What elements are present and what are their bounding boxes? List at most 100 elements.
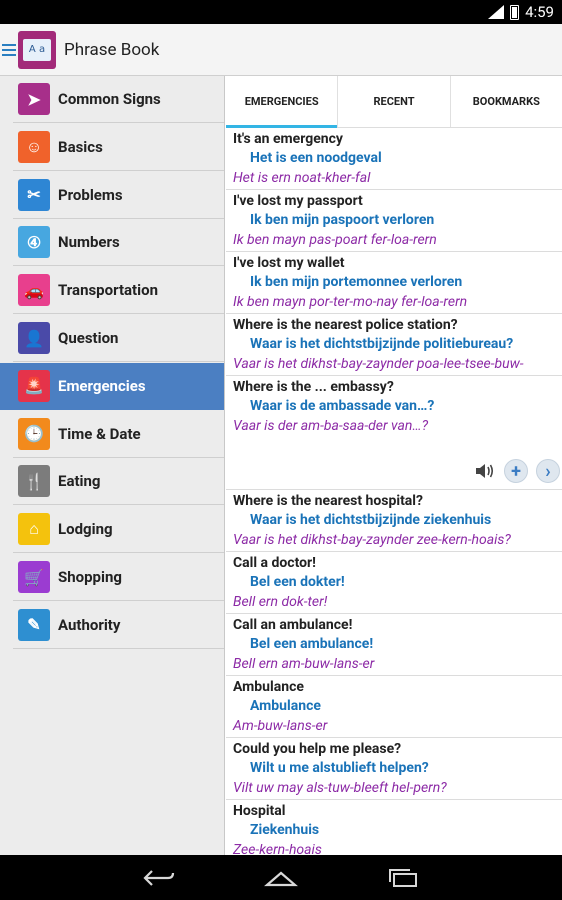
status-time: 4:59 <box>525 3 554 21</box>
phrase-dutch: Bel een ambulance! <box>250 636 374 652</box>
phrase-item[interactable]: Where is the nearest hospital? Waar is he… <box>226 490 562 552</box>
sidebar-item-label: Common Signs <box>58 90 161 108</box>
numbers-icon: ④ <box>18 226 50 259</box>
phrase-pronunciation: Ik ben mayn por-ter-mo-nay fer-loa-rern <box>233 294 468 310</box>
phrase-list: It's an emergency Het is een noodgeval Het… <box>226 128 562 855</box>
phrase-item[interactable]: Hospital Ziekenhuis Zee-kern-hoais <box>226 800 562 855</box>
phrase-english: Call a doctor! <box>233 555 316 571</box>
tab-bar: EMERGENCIES RECENT BOOKMARKS <box>226 76 562 128</box>
phrase-dutch: Ziekenhuis <box>250 822 320 838</box>
app-logo-icon[interactable]: A a <box>18 30 56 69</box>
action-bar: A a Phrase Book <box>0 24 562 76</box>
sidebar-item-problems[interactable]: ✂ Problems <box>13 172 224 219</box>
phrase-item[interactable]: I've lost my wallet Ik ben mijn portemonn… <box>226 252 562 314</box>
sidebar-item-label: Problems <box>58 185 123 204</box>
sidebar-item-label: Shopping <box>58 568 122 586</box>
sidebar-item-label: Question <box>58 329 119 347</box>
phrase-pronunciation: Ik ben mayn pas-poart fer-loa-rern <box>233 232 437 248</box>
phrase-english: It's an emergency <box>233 131 343 147</box>
basics-icon: ☺ <box>18 130 50 163</box>
authority-icon: ✎ <box>18 608 50 641</box>
sidebar-item-lodging[interactable]: ⌂ Lodging <box>13 506 224 554</box>
sidebar-item-transportation[interactable]: 🚗 Transportation <box>13 267 224 315</box>
phrase-pronunciation: Het is ern noat-kher-fal <box>233 170 371 186</box>
sidebar-item-basics[interactable]: ☺ Basics <box>13 124 224 171</box>
phrase-dutch: Het is een noodgeval <box>250 150 382 166</box>
phrase-item[interactable]: It's an emergency Het is een noodgeval Het… <box>226 128 562 190</box>
phrase-english: Hospital <box>233 803 286 819</box>
phrase-pronunciation: Bell ern am-buw-lans-er <box>233 656 375 672</box>
phrase-dutch: Waar is het dichtstbijzijnde politiebure… <box>250 336 514 352</box>
sidebar-item-label: Lodging <box>58 520 113 539</box>
sidebar-item-label: Numbers <box>58 233 120 252</box>
phrase-item[interactable]: Where is the nearest police station? Waar… <box>226 314 562 376</box>
phrase-dutch: Waar is het dichtstbijzijnde ziekenhuis <box>250 512 492 528</box>
phrase-pronunciation: Zee-kern-hoais <box>233 842 322 855</box>
phrase-item[interactable]: I've lost my passport Ik ben mijn paspoor… <box>226 190 562 252</box>
add-bookmark-button[interactable]: + <box>504 459 528 483</box>
clock-icon: 🕒 <box>18 417 50 450</box>
phrase-pronunciation: Bell ern dok-ter! <box>233 594 328 610</box>
app-logo-text: A a <box>23 38 51 61</box>
phrase-dutch: Ambulance <box>250 698 321 714</box>
person-icon: 👤 <box>18 322 50 354</box>
recent-apps-icon[interactable] <box>386 868 420 888</box>
sign-icon: ➤ <box>18 83 50 115</box>
phrase-item[interactable]: Call an ambulance! Bel een ambulance! Bell… <box>226 614 562 676</box>
phrase-english: Where is the ... embassy? <box>233 379 394 395</box>
next-arrow-button[interactable]: › <box>536 459 560 483</box>
sidebar-item-authority[interactable]: ✎ Authority <box>13 602 224 649</box>
phrase-dutch: Ik ben mijn portemonnee verloren <box>250 274 463 290</box>
phrase-english: Where is the nearest hospital? <box>233 493 423 509</box>
main-content: ➤ Common Signs ☺ Basics ✂ Problems ④ Numbers 🚗 Tr… <box>0 76 562 855</box>
back-icon[interactable] <box>142 868 176 888</box>
eating-icon: 🍴 <box>18 465 50 498</box>
phrase-english: Where is the nearest police station? <box>233 317 458 333</box>
phrase-pronunciation: Vilt uw may als-tuw-bleeft hel-pern? <box>233 780 447 796</box>
siren-icon: 🚨 <box>18 369 50 402</box>
phrase-dutch: Ik ben mijn paspoort verloren <box>250 212 435 228</box>
system-nav-bar <box>0 855 562 900</box>
problems-icon: ✂ <box>18 178 50 211</box>
sidebar-item-emergencies[interactable]: 🚨 Emergencies <box>0 362 224 410</box>
phrase-english: I've lost my passport <box>233 193 363 209</box>
phrase-pronunciation: Vaar is het dikhst-bay-zaynder zee-kern-… <box>233 532 511 548</box>
sidebar-item-label: Eating <box>58 472 101 491</box>
status-bar: 4:59 <box>0 0 562 24</box>
sidebar-item-shopping[interactable]: 🛒 Shopping <box>13 554 224 601</box>
phrase-english: I've lost my wallet <box>233 255 345 271</box>
category-sidebar: ➤ Common Signs ☺ Basics ✂ Problems ④ Numbers 🚗 Tr… <box>0 76 225 855</box>
tab-bookmarks[interactable]: BOOKMARKS <box>451 76 562 127</box>
phrase-english: Ambulance <box>233 679 304 695</box>
home-icon[interactable] <box>264 868 298 888</box>
sidebar-item-eating[interactable]: 🍴 Eating <box>13 458 224 506</box>
phrase-item[interactable]: Call a doctor! Bel een dokter! Bell ern do… <box>226 552 562 614</box>
cart-icon: 🛒 <box>18 561 50 593</box>
sidebar-item-common-signs[interactable]: ➤ Common Signs <box>13 76 224 123</box>
phrase-actions: + › <box>474 459 560 483</box>
sidebar-item-question[interactable]: 👤 Question <box>13 315 224 362</box>
home-icon: ⌂ <box>18 513 50 546</box>
phrase-dutch: Bel een dokter! <box>250 574 345 590</box>
phrase-item[interactable]: Where is the ... embassy? Waar is de amba… <box>226 376 562 490</box>
phrase-pronunciation: Vaar is der am-ba-saa-der van…? <box>233 418 428 434</box>
speaker-icon[interactable] <box>474 460 496 482</box>
phrase-english: Could you help me please? <box>233 741 402 757</box>
tab-emergencies[interactable]: EMERGENCIES <box>226 76 339 128</box>
sidebar-item-numbers[interactable]: ④ Numbers <box>13 219 224 267</box>
phrase-dutch: Waar is de ambassade van…? <box>250 398 435 414</box>
phrase-item[interactable]: Could you help me please? Wilt u me alstu… <box>226 738 562 800</box>
app-title: Phrase Book <box>64 39 160 60</box>
sidebar-item-time-date[interactable]: 🕒 Time & Date <box>13 411 224 458</box>
sidebar-item-label: Emergencies <box>58 376 146 395</box>
sidebar-item-label: Transportation <box>58 281 158 300</box>
battery-icon <box>510 4 520 20</box>
tab-recent[interactable]: RECENT <box>338 76 451 127</box>
sidebar-item-label: Authority <box>58 615 121 634</box>
phrase-english: Call an ambulance! <box>233 617 353 633</box>
phrase-item[interactable]: Ambulance Ambulance Am-buw-lans-er <box>226 676 562 738</box>
phrase-pronunciation: Am-buw-lans-er <box>233 718 328 734</box>
phrase-pronunciation: Vaar is het dikhst-bay-zaynder poa-lee-t… <box>233 356 524 372</box>
drawer-menu-icon[interactable] <box>2 43 16 56</box>
wifi-icon <box>488 5 505 19</box>
